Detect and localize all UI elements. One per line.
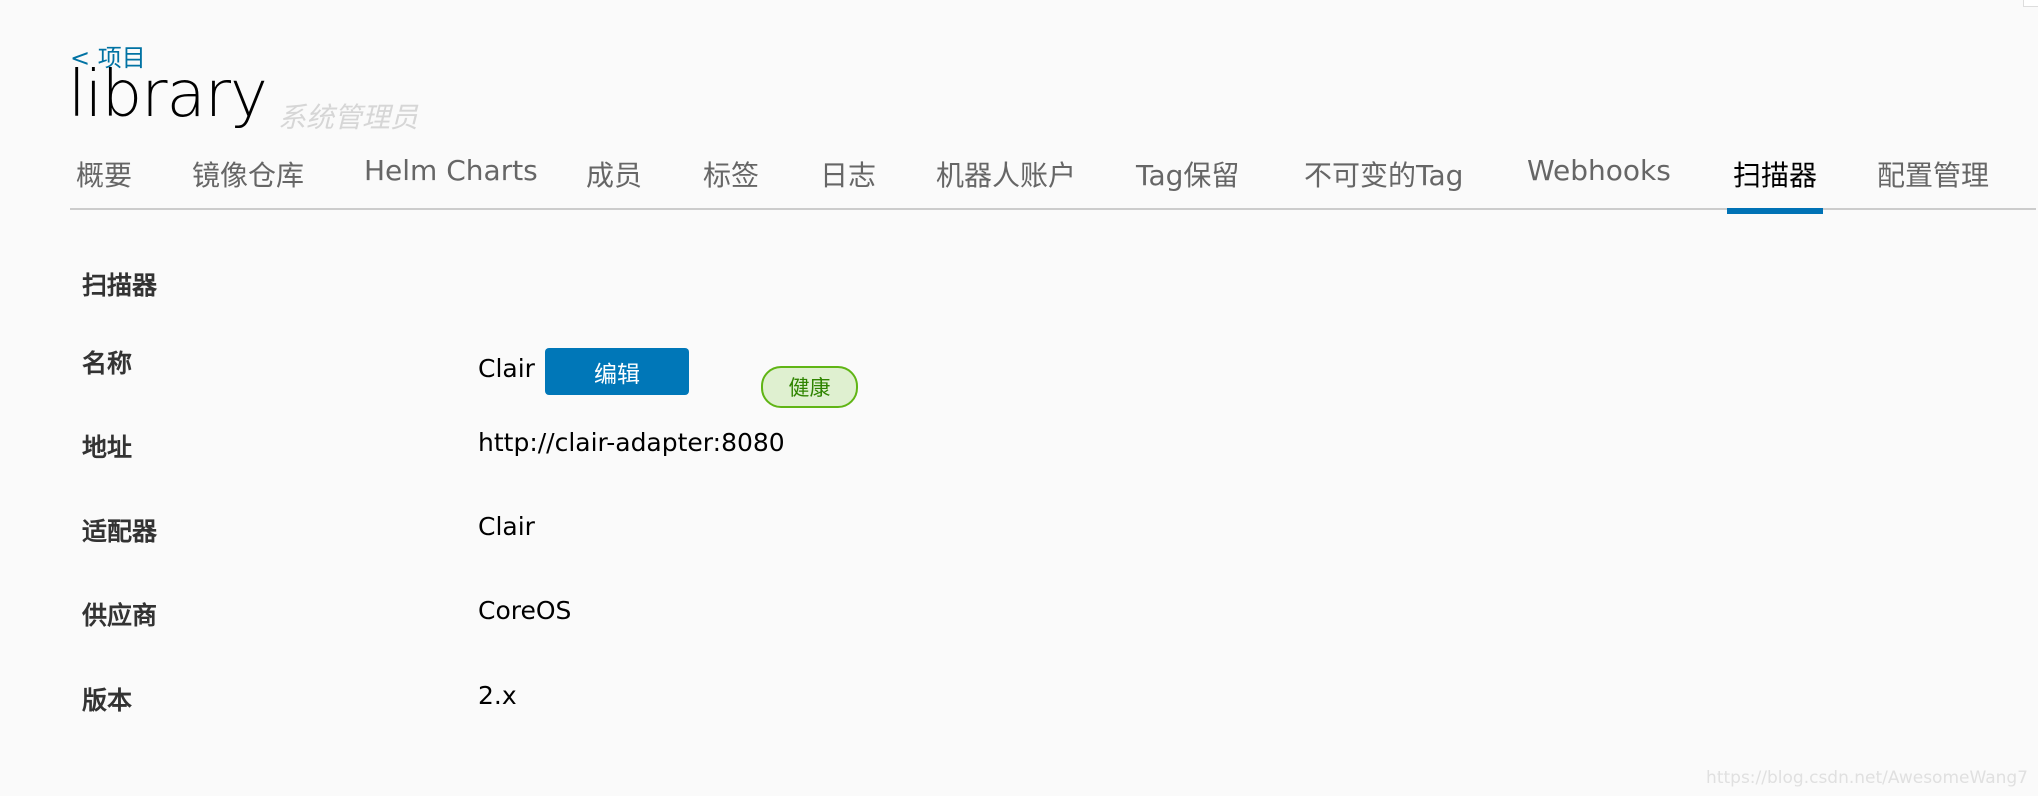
section-title: 扫描器 (82, 271, 158, 300)
edit-button[interactable]: 编辑 (545, 348, 689, 395)
role-label: 系统管理员 (278, 101, 419, 134)
tab-members[interactable]: 成员 (586, 154, 642, 206)
address-label: 地址 (82, 433, 133, 462)
tab-summary[interactable]: 概要 (76, 154, 132, 206)
tab-bar: 概要 镜像仓库 Helm Charts 成员 标签 日志 机器人账户 Tag保留… (70, 150, 2036, 214)
watermark: https://blog.csdn.net/AwesomeWang7 (1706, 768, 2028, 788)
vendor-label: 供应商 (82, 601, 158, 630)
tab-tag-retention[interactable]: Tag保留 (1136, 154, 1239, 206)
tab-labels[interactable]: 标签 (703, 154, 759, 206)
tab-logs[interactable]: 日志 (820, 154, 876, 206)
health-status-badge: 健康 (761, 366, 858, 408)
version-value: 2.x (478, 681, 517, 710)
adapter-label: 适配器 (82, 517, 158, 546)
tab-robot-accounts[interactable]: 机器人账户 (936, 154, 1076, 206)
adapter-value: Clair (478, 512, 535, 541)
page-title: library (68, 58, 268, 132)
vendor-value: CoreOS (478, 596, 572, 625)
address-value: http://clair-adapter:8080 (478, 428, 785, 457)
tab-webhooks[interactable]: Webhooks (1527, 154, 1671, 206)
tab-repositories[interactable]: 镜像仓库 (192, 154, 304, 206)
version-label: 版本 (82, 686, 133, 715)
tab-scanner[interactable]: 扫描器 (1726, 154, 1824, 214)
tab-configuration[interactable]: 配置管理 (1877, 154, 1989, 206)
name-label: 名称 (82, 349, 133, 378)
tab-helm-charts[interactable]: Helm Charts (364, 154, 538, 206)
name-value: Clair (478, 354, 535, 383)
window-corner (2023, 0, 2038, 7)
tab-immutable-tag[interactable]: 不可变的Tag (1304, 154, 1463, 206)
